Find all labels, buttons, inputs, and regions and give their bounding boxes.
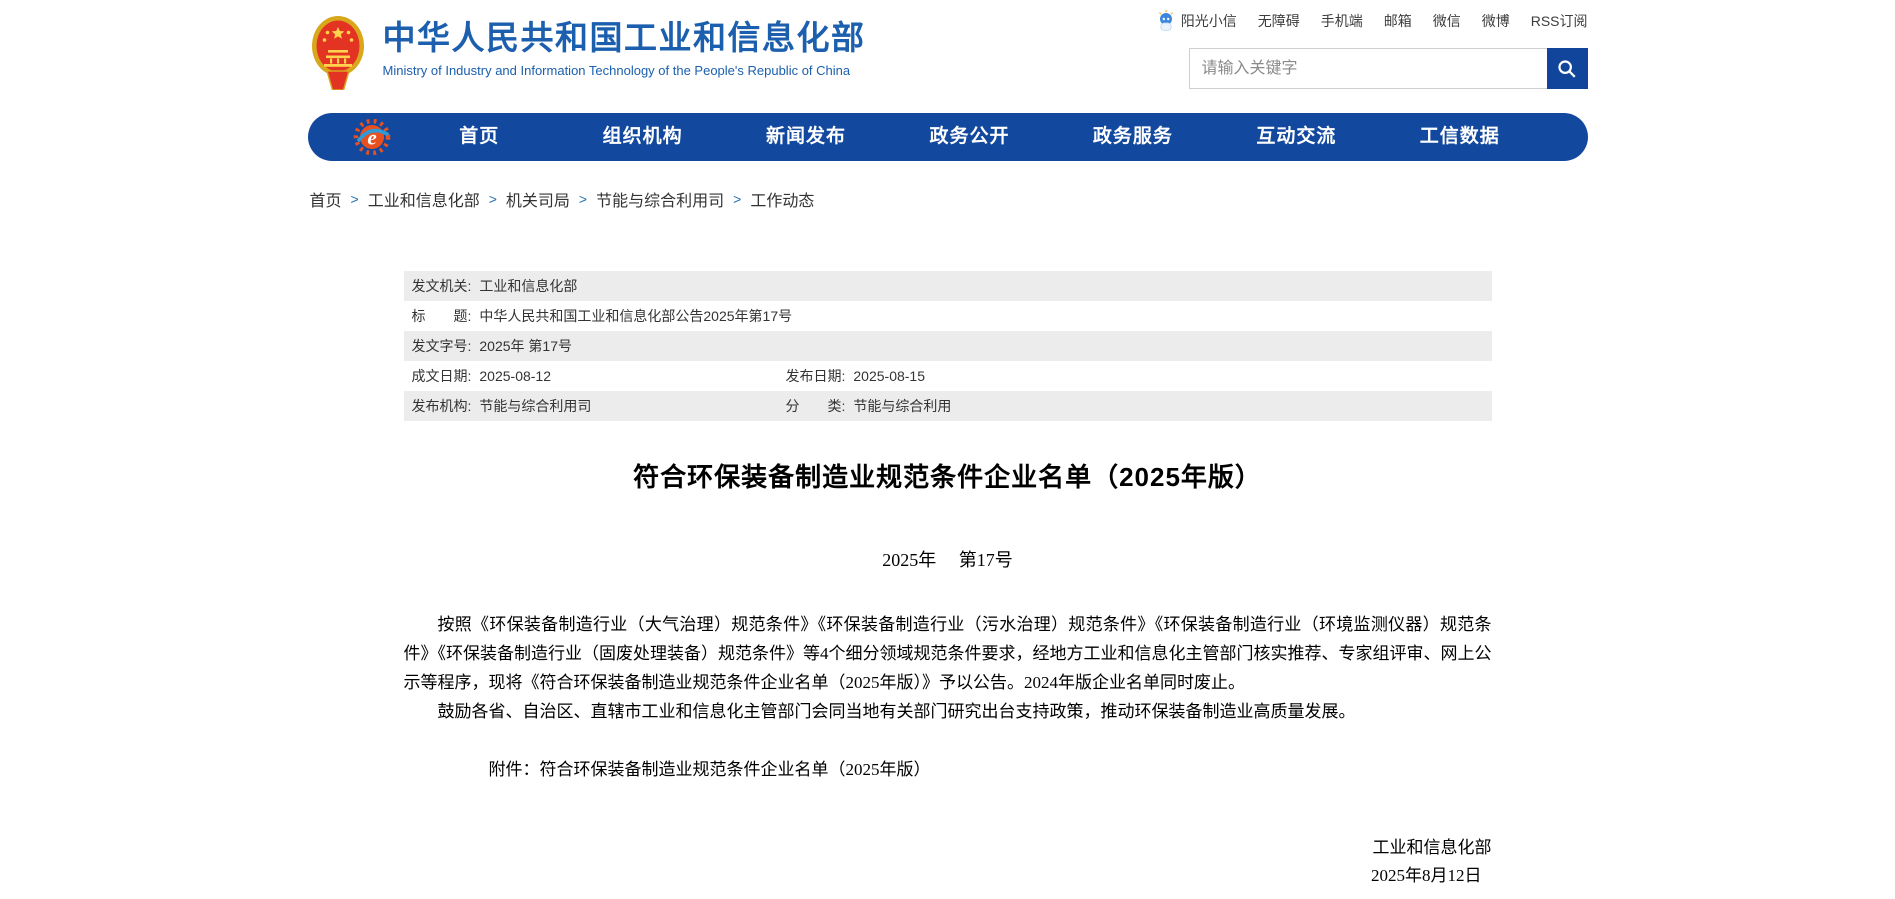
top-link-accessibility[interactable]: 无障碍 bbox=[1258, 11, 1300, 31]
top-link-mobile[interactable]: 手机端 bbox=[1321, 11, 1363, 31]
document-body: 发文机关: 工业和信息化部 标 题: 中华人民共和国工业和信息化部公告2025年… bbox=[404, 271, 1492, 890]
top-link-mail[interactable]: 邮箱 bbox=[1384, 11, 1412, 31]
breadcrumb-departments[interactable]: 机关司局 bbox=[506, 187, 570, 211]
top-link-sunshine-xiaoxin[interactable]: 阳光小信 bbox=[1156, 10, 1237, 31]
article-paragraph: 鼓励各省、自治区、直辖市工业和信息化主管部门会同当地有关部门研究出台支持政策，推… bbox=[404, 697, 1492, 726]
main-nav: e 首页 组织机构 新闻发布 政务公开 政务服务 互动交流 工信数据 bbox=[308, 113, 1588, 161]
announcement-number: 2025年 第17号 bbox=[404, 546, 1492, 572]
breadcrumb-separator: > bbox=[579, 191, 587, 207]
search-icon bbox=[1556, 58, 1578, 80]
site-title: 中华人民共和国工业和信息化部 bbox=[383, 16, 866, 60]
breadcrumb-separator: > bbox=[351, 191, 359, 207]
nav-item-miit-data[interactable]: 工信数据 bbox=[1378, 113, 1541, 161]
nav-item-gov-services[interactable]: 政务服务 bbox=[1051, 113, 1214, 161]
document-meta-table: 发文机关: 工业和信息化部 标 题: 中华人民共和国工业和信息化部公告2025年… bbox=[404, 271, 1492, 421]
breadcrumb-separator: > bbox=[733, 191, 741, 207]
meta-row-issuing-agency: 发文机关: 工业和信息化部 bbox=[404, 271, 1492, 301]
top-link-rss[interactable]: RSS订阅 bbox=[1531, 11, 1588, 31]
signature-org: 工业和信息化部 bbox=[404, 834, 1492, 862]
breadcrumb-work-updates[interactable]: 工作动态 bbox=[750, 187, 814, 211]
search-bar bbox=[1189, 48, 1588, 89]
meta-row-doc-number: 发文字号: 2025年 第17号 bbox=[404, 331, 1492, 361]
nav-item-organization[interactable]: 组织机构 bbox=[561, 113, 724, 161]
meta-row-publisher-category: 发布机构: 节能与综合利用司 分 类: 节能与综合利用 bbox=[404, 391, 1492, 421]
breadcrumb: 首页 > 工业和信息化部 > 机关司局 > 节能与综合利用司 > 工作动态 bbox=[308, 187, 1588, 211]
utility-links: 阳光小信 无障碍 手机端 邮箱 微信 微博 RSS订阅 bbox=[1156, 10, 1588, 31]
article-paragraphs: 按照《环保装备制造行业（大气治理）规范条件》《环保装备制造行业（污水治理）规范条… bbox=[404, 610, 1492, 726]
meta-row-title: 标 题: 中华人民共和国工业和信息化部公告2025年第17号 bbox=[404, 301, 1492, 331]
nav-item-news[interactable]: 新闻发布 bbox=[724, 113, 887, 161]
breadcrumb-miit[interactable]: 工业和信息化部 bbox=[368, 187, 480, 211]
signature-block: 工业和信息化部 2025年8月12日 bbox=[404, 834, 1492, 890]
nav-item-interaction[interactable]: 互动交流 bbox=[1215, 113, 1378, 161]
top-link-wechat[interactable]: 微信 bbox=[1433, 11, 1461, 31]
top-link-weibo[interactable]: 微博 bbox=[1482, 11, 1510, 31]
breadcrumb-separator: > bbox=[489, 191, 497, 207]
site-logo-link[interactable]: 中华人民共和国工业和信息化部 Ministry of Industry and … bbox=[310, 14, 866, 90]
national-emblem-icon bbox=[310, 14, 366, 90]
signature-date: 2025年8月12日 bbox=[404, 862, 1492, 890]
miit-logo-icon: e bbox=[352, 117, 392, 157]
site-header: 中华人民共和国工业和信息化部 Ministry of Industry and … bbox=[308, 0, 1588, 113]
article-paragraph: 按照《环保装备制造行业（大气治理）规范条件》《环保装备制造行业（污水治理）规范条… bbox=[404, 610, 1492, 697]
nav-item-gov-disclosure[interactable]: 政务公开 bbox=[888, 113, 1051, 161]
search-input[interactable] bbox=[1189, 48, 1547, 89]
nav-item-home[interactable]: 首页 bbox=[398, 113, 561, 161]
article-title: 符合环保装备制造业规范条件企业名单（2025年版） bbox=[404, 457, 1492, 494]
site-subtitle: Ministry of Industry and Information Tec… bbox=[383, 63, 866, 78]
breadcrumb-home[interactable]: 首页 bbox=[310, 187, 342, 211]
breadcrumb-energy-conservation-dept[interactable]: 节能与综合利用司 bbox=[596, 187, 724, 211]
search-button[interactable] bbox=[1547, 48, 1588, 89]
nav-items: 首页 组织机构 新闻发布 政务公开 政务服务 互动交流 工信数据 bbox=[398, 113, 1542, 161]
robot-mascot-icon bbox=[1156, 10, 1176, 31]
attachment-link[interactable]: 附件：符合环保装备制造业规范条件企业名单（2025年版） bbox=[404, 755, 1492, 780]
meta-row-dates: 成文日期: 2025-08-12 发布日期: 2025-08-15 bbox=[404, 361, 1492, 391]
